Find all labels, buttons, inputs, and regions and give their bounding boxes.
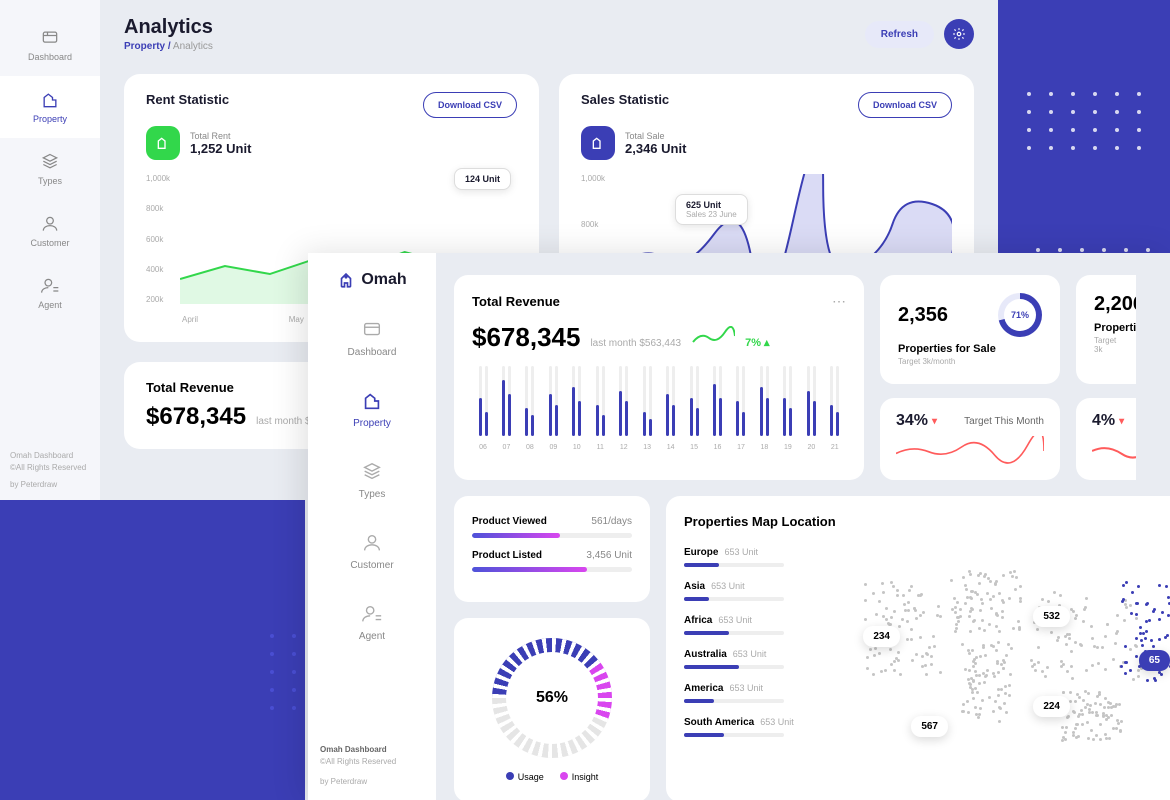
agent-icon (361, 603, 383, 625)
stat-label: Total Sale (625, 131, 686, 141)
more-icon[interactable]: ⋯ (832, 293, 846, 310)
footer-by: by Peterdraw (10, 479, 86, 490)
dashboard-icon (361, 319, 383, 341)
sidebar-front: Omah Dashboard Property Types Customer A… (308, 253, 436, 800)
customer-icon (40, 214, 60, 234)
dashboard-icon (40, 28, 60, 48)
sidebar-label: Types (38, 176, 62, 186)
progress-ring: 71% (998, 293, 1042, 337)
map-pin[interactable]: 532 (1033, 606, 1070, 627)
map-pin[interactable]: 224 (1033, 696, 1070, 717)
customer-icon (361, 532, 383, 554)
spark-icon (691, 326, 735, 346)
map-pin[interactable]: 234 (863, 626, 900, 647)
target-month-card: 34%▾ Target This Month (880, 398, 1060, 480)
breadcrumb: Property / Analytics (124, 41, 213, 52)
kpi-label: Properties (1094, 322, 1118, 334)
sidebar-label: Property (33, 114, 67, 124)
breadcrumb-parent[interactable]: Property / (124, 41, 171, 52)
sidebar-label: Dashboard (28, 52, 72, 62)
revenue-bar-chart: 06070809101112131415161718192021 (472, 373, 846, 451)
sidebar-footer: Omah Dashboard ©All Rights Reserved by P… (308, 732, 408, 800)
gauge-legend: Usage Insight (474, 772, 630, 782)
gear-icon (952, 27, 966, 41)
revenue-value: $678,345 (146, 403, 246, 431)
pv-value: 561/days (591, 516, 632, 527)
card-title: Properties Map Location (684, 514, 1152, 529)
footer-copy: ©All Rights Reserved (10, 462, 86, 473)
card-title: Sales Statistic (581, 92, 669, 107)
gauge-chart: 56% (492, 638, 612, 758)
sidebar: Dashboard Property Types Customer Agent … (0, 0, 100, 500)
sidebar-item-property[interactable]: Property (308, 374, 436, 445)
download-csv-button[interactable]: Download CSV (858, 92, 952, 118)
sidebar-item-dashboard[interactable]: Dashboard (308, 303, 436, 374)
sidebar-label: Agent (38, 300, 62, 310)
revenue-last: last month $ (256, 416, 310, 427)
world-map (820, 540, 1170, 780)
page-title: Analytics (124, 16, 213, 39)
sidebar-item-agent[interactable]: Agent (0, 262, 100, 324)
revenue-pct: 7% ▴ (745, 336, 769, 349)
breadcrumb-current: Analytics (173, 41, 213, 52)
agent-icon (40, 276, 60, 296)
sales-icon (581, 126, 615, 160)
kpi-sub: Target 3k (1094, 336, 1118, 354)
sidebar-item-dashboard[interactable]: Dashboard (0, 14, 100, 76)
brand-text: Omah (361, 271, 406, 289)
sidebar-item-property[interactable]: Property (0, 76, 100, 138)
revenue-value: $678,345 (472, 322, 580, 353)
stat-value: 1,252 Unit (190, 141, 251, 156)
sidebar-item-customer[interactable]: Customer (308, 516, 436, 587)
download-csv-button[interactable]: Download CSV (423, 92, 517, 118)
footer-title: Omah Dashboard (10, 450, 86, 461)
total-revenue-card: Total Revenue ⋯ $678,345 last month $563… (454, 275, 864, 480)
product-viewed-card: Product Viewed 561/days Product Listed 3,4… (454, 496, 650, 602)
kpi-sub: Target 3k/month (898, 357, 1042, 366)
logo-icon (337, 271, 355, 289)
map-pin[interactable]: 567 (911, 716, 948, 737)
settings-button[interactable] (944, 19, 974, 49)
revenue-last: last month $563,443 (590, 338, 681, 349)
card-title: Total Revenue (472, 294, 560, 309)
stat-label: Total Rent (190, 131, 251, 141)
refresh-button[interactable]: Refresh (865, 21, 934, 48)
pv-value: 3,456 Unit (586, 550, 632, 561)
stat-value: 2,346 Unit (625, 141, 686, 156)
target-sparkline (896, 436, 1044, 466)
rent-icon (146, 126, 180, 160)
card-title: Rent Statistic (146, 92, 229, 107)
types-icon (361, 461, 383, 483)
property-icon (361, 390, 383, 412)
pv-label: Product Listed (472, 550, 542, 561)
sidebar-footer: Omah Dashboard ©All Rights Reserved by P… (0, 440, 96, 500)
target-card-partial: 4%▾ (1076, 398, 1136, 480)
target-sparkline (1092, 436, 1136, 466)
sidebar-item-types[interactable]: Types (308, 445, 436, 516)
chart-tooltip: 124 Unit (454, 168, 511, 190)
map-pin[interactable]: 65 (1139, 650, 1170, 671)
pv-label: Product Viewed (472, 516, 547, 527)
properties-card-partial: 2,206 Properties Target 3k (1076, 275, 1136, 384)
brand-logo[interactable]: Omah (337, 271, 406, 289)
y-axis: 1,000k800k600k400k200k (146, 174, 170, 304)
target-value: 34%▾ (896, 412, 937, 430)
target-value: 4% (1092, 412, 1115, 430)
sidebar-label: Customer (30, 238, 69, 248)
kpi-label: Properties for Sale (898, 343, 1042, 355)
target-label: Target This Month (964, 416, 1044, 427)
property-icon (40, 90, 60, 110)
properties-for-sale-card: 2,356 71% Properties for Sale Target 3k/… (880, 275, 1060, 384)
chart-tooltip: 625 Unit Sales 23 June (675, 194, 748, 225)
sidebar-item-customer[interactable]: Customer (0, 200, 100, 262)
types-icon (40, 152, 60, 172)
sidebar-item-types[interactable]: Types (0, 138, 100, 200)
usage-gauge-card: 56% Usage Insight (454, 618, 650, 800)
sidebar-item-agent[interactable]: Agent (308, 587, 436, 658)
kpi-value: 2,206 (1094, 293, 1118, 316)
kpi-value: 2,356 (898, 304, 948, 327)
